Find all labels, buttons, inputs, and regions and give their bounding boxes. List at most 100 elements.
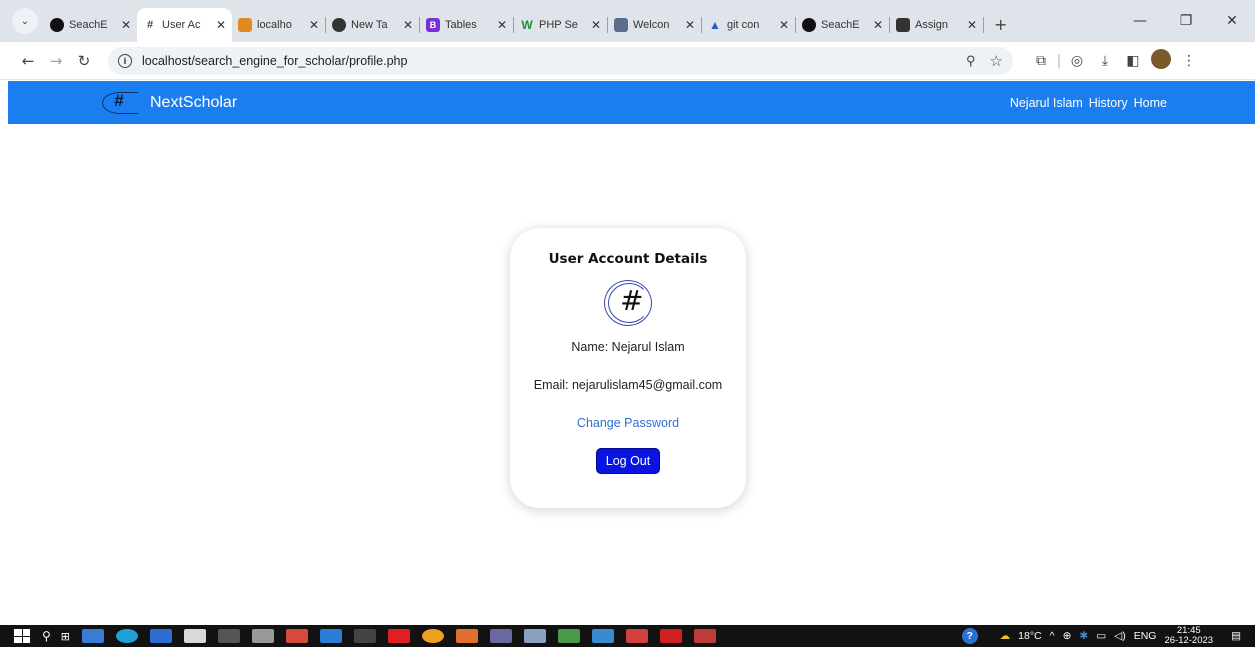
close-tab-icon[interactable]: ✕ [309, 18, 319, 32]
terminal-icon[interactable] [218, 629, 241, 643]
desktop-app-icon[interactable] [150, 629, 173, 643]
restore-icon[interactable]: ❐ [1163, 13, 1209, 29]
logout-button[interactable]: Log Out [595, 448, 661, 474]
back-icon[interactable]: ← [14, 52, 42, 70]
close-tab-icon[interactable]: ✕ [591, 18, 601, 32]
tray-chevron-icon[interactable]: ^ [1050, 630, 1055, 642]
performance-icon[interactable]: ◎ [1063, 53, 1091, 69]
browser-tab[interactable]: W PHP Se ✕ [514, 8, 607, 42]
tab-title: Tables [445, 19, 477, 31]
volume-icon[interactable]: ◁) [1114, 630, 1126, 642]
change-password-link[interactable]: Change Password [510, 416, 746, 430]
notifications-icon[interactable]: ▤ [1231, 630, 1241, 642]
browser-menu-icon[interactable]: ⋮ [1175, 53, 1203, 69]
search-icon[interactable]: ⚲ [42, 629, 51, 643]
browser-tab[interactable]: SeachE ✕ [44, 8, 137, 42]
close-tab-icon[interactable]: ✕ [216, 18, 226, 32]
app-icon[interactable] [694, 629, 717, 643]
chrome-icon[interactable] [422, 629, 445, 643]
w3schools-icon: W [521, 18, 533, 32]
reload-icon[interactable]: ↻ [70, 52, 98, 70]
side-panel-icon[interactable]: ◧ [1119, 53, 1147, 69]
edge-icon[interactable] [116, 629, 139, 643]
system-tray: ? ☁ 18°C ^ ⊕ ✱ ▭ ◁) ENG 21:45 26-12-2023… [961, 625, 1241, 647]
language-indicator[interactable]: ENG [1134, 630, 1157, 642]
browser-tab-strip: ⌄ SeachE ✕ # User Ac ✕ localho ✕ New Ta … [0, 0, 1255, 42]
site-info-icon[interactable]: i [118, 53, 132, 68]
task-view-icon[interactable]: ⊞ [61, 630, 70, 643]
clock[interactable]: 21:45 26-12-2023 [1164, 626, 1213, 646]
toolbar-icons: ⧉ | ◎ ⤓ ◧ ⋮ [1027, 48, 1203, 73]
battery-icon[interactable]: ▭ [1096, 630, 1106, 642]
browser-tab-active[interactable]: # User Ac ✕ [137, 8, 232, 42]
toolbar-divider: | [1056, 52, 1062, 69]
app-icon[interactable] [490, 629, 513, 643]
close-tab-icon[interactable]: ✕ [121, 18, 131, 32]
url-text[interactable]: localhost/search_engine_for_scholar/prof… [142, 54, 966, 68]
acrobat-icon[interactable] [660, 629, 683, 643]
nav-history-link[interactable]: History [1089, 96, 1128, 110]
browser-tab[interactable]: localho ✕ [232, 8, 325, 42]
nav-user-link[interactable]: Nejarul Islam [1010, 96, 1083, 110]
download-icon[interactable]: ⤓ [1091, 53, 1119, 69]
browser-tab[interactable]: New Ta ✕ [326, 8, 419, 42]
site-navbar: # NextScholar Nejarul Islam History Home [8, 81, 1255, 124]
tab-title: SeachE [821, 19, 860, 31]
account-details-card: User Account Details # Name: Nejarul Isl… [510, 228, 746, 508]
app-icon[interactable] [592, 629, 615, 643]
extensions-icon[interactable]: ⧉ [1027, 53, 1055, 69]
close-window-icon[interactable]: ✕ [1209, 13, 1255, 29]
close-tab-icon[interactable]: ✕ [967, 18, 977, 32]
app-icon[interactable] [626, 629, 649, 643]
card-title: User Account Details [548, 251, 708, 267]
nav-links: Nejarul Islam History Home [1010, 81, 1167, 124]
browser-tab[interactable]: SeachE ✕ [796, 8, 889, 42]
new-tab-icon[interactable]: + [994, 15, 1007, 34]
mail-icon[interactable] [184, 629, 207, 643]
app-icon[interactable] [456, 629, 479, 643]
profile-avatar[interactable] [1147, 48, 1175, 73]
weather-temp[interactable]: 18°C [1018, 630, 1041, 642]
tab-title: User Ac [162, 19, 201, 31]
app-icon[interactable] [286, 629, 309, 643]
browser-tab[interactable]: B Tables ✕ [420, 8, 513, 42]
tab-title: PHP Se [539, 19, 578, 31]
app-icon[interactable] [524, 629, 547, 643]
brand[interactable]: # NextScholar [102, 91, 238, 114]
windows-start-icon[interactable] [14, 629, 30, 643]
close-tab-icon[interactable]: ✕ [873, 18, 883, 32]
tab-title: Assign [915, 19, 949, 31]
classroom-icon [896, 18, 910, 32]
nav-home-link[interactable]: Home [1134, 96, 1167, 110]
close-tab-icon[interactable]: ✕ [403, 18, 413, 32]
address-bar[interactable]: i localhost/search_engine_for_scholar/pr… [108, 46, 1013, 75]
browser-toolbar: ← → ↻ i localhost/search_engine_for_scho… [0, 42, 1255, 80]
minimize-icon[interactable]: — [1117, 13, 1163, 29]
brand-name: NextScholar [150, 93, 238, 111]
browser-tab[interactable]: Welcon ✕ [608, 8, 701, 42]
close-tab-icon[interactable]: ✕ [685, 18, 695, 32]
notepad-icon[interactable] [252, 629, 275, 643]
forward-icon[interactable]: → [42, 52, 70, 70]
close-tab-icon[interactable]: ✕ [497, 18, 507, 32]
bookmark-star-icon[interactable]: ☆ [990, 52, 1003, 70]
browser-tab[interactable]: ▲ git con ✕ [702, 8, 795, 42]
weather-icon[interactable]: ☁ [1000, 630, 1011, 642]
network-icon[interactable]: ⊕ [1063, 630, 1072, 642]
tab-title: New Ta [351, 19, 388, 31]
close-tab-icon[interactable]: ✕ [779, 18, 789, 32]
nextscholar-icon: # [146, 19, 154, 31]
bootstrap-icon: B [426, 18, 440, 32]
browser-tab[interactable]: Assign ✕ [890, 8, 983, 42]
bluetooth-icon[interactable]: ✱ [1079, 630, 1088, 642]
github-icon [50, 18, 64, 32]
tab-search-button[interactable]: ⌄ [12, 8, 38, 34]
app-icon[interactable] [558, 629, 581, 643]
app-icon[interactable] [354, 629, 377, 643]
help-icon[interactable]: ? [961, 628, 978, 644]
zoom-icon[interactable]: ⚲ [966, 53, 976, 69]
file-explorer-icon[interactable] [82, 629, 105, 643]
vscode-icon[interactable] [320, 629, 343, 643]
atlassian-icon: ▲ [709, 18, 721, 32]
youtube-icon[interactable] [388, 629, 411, 643]
